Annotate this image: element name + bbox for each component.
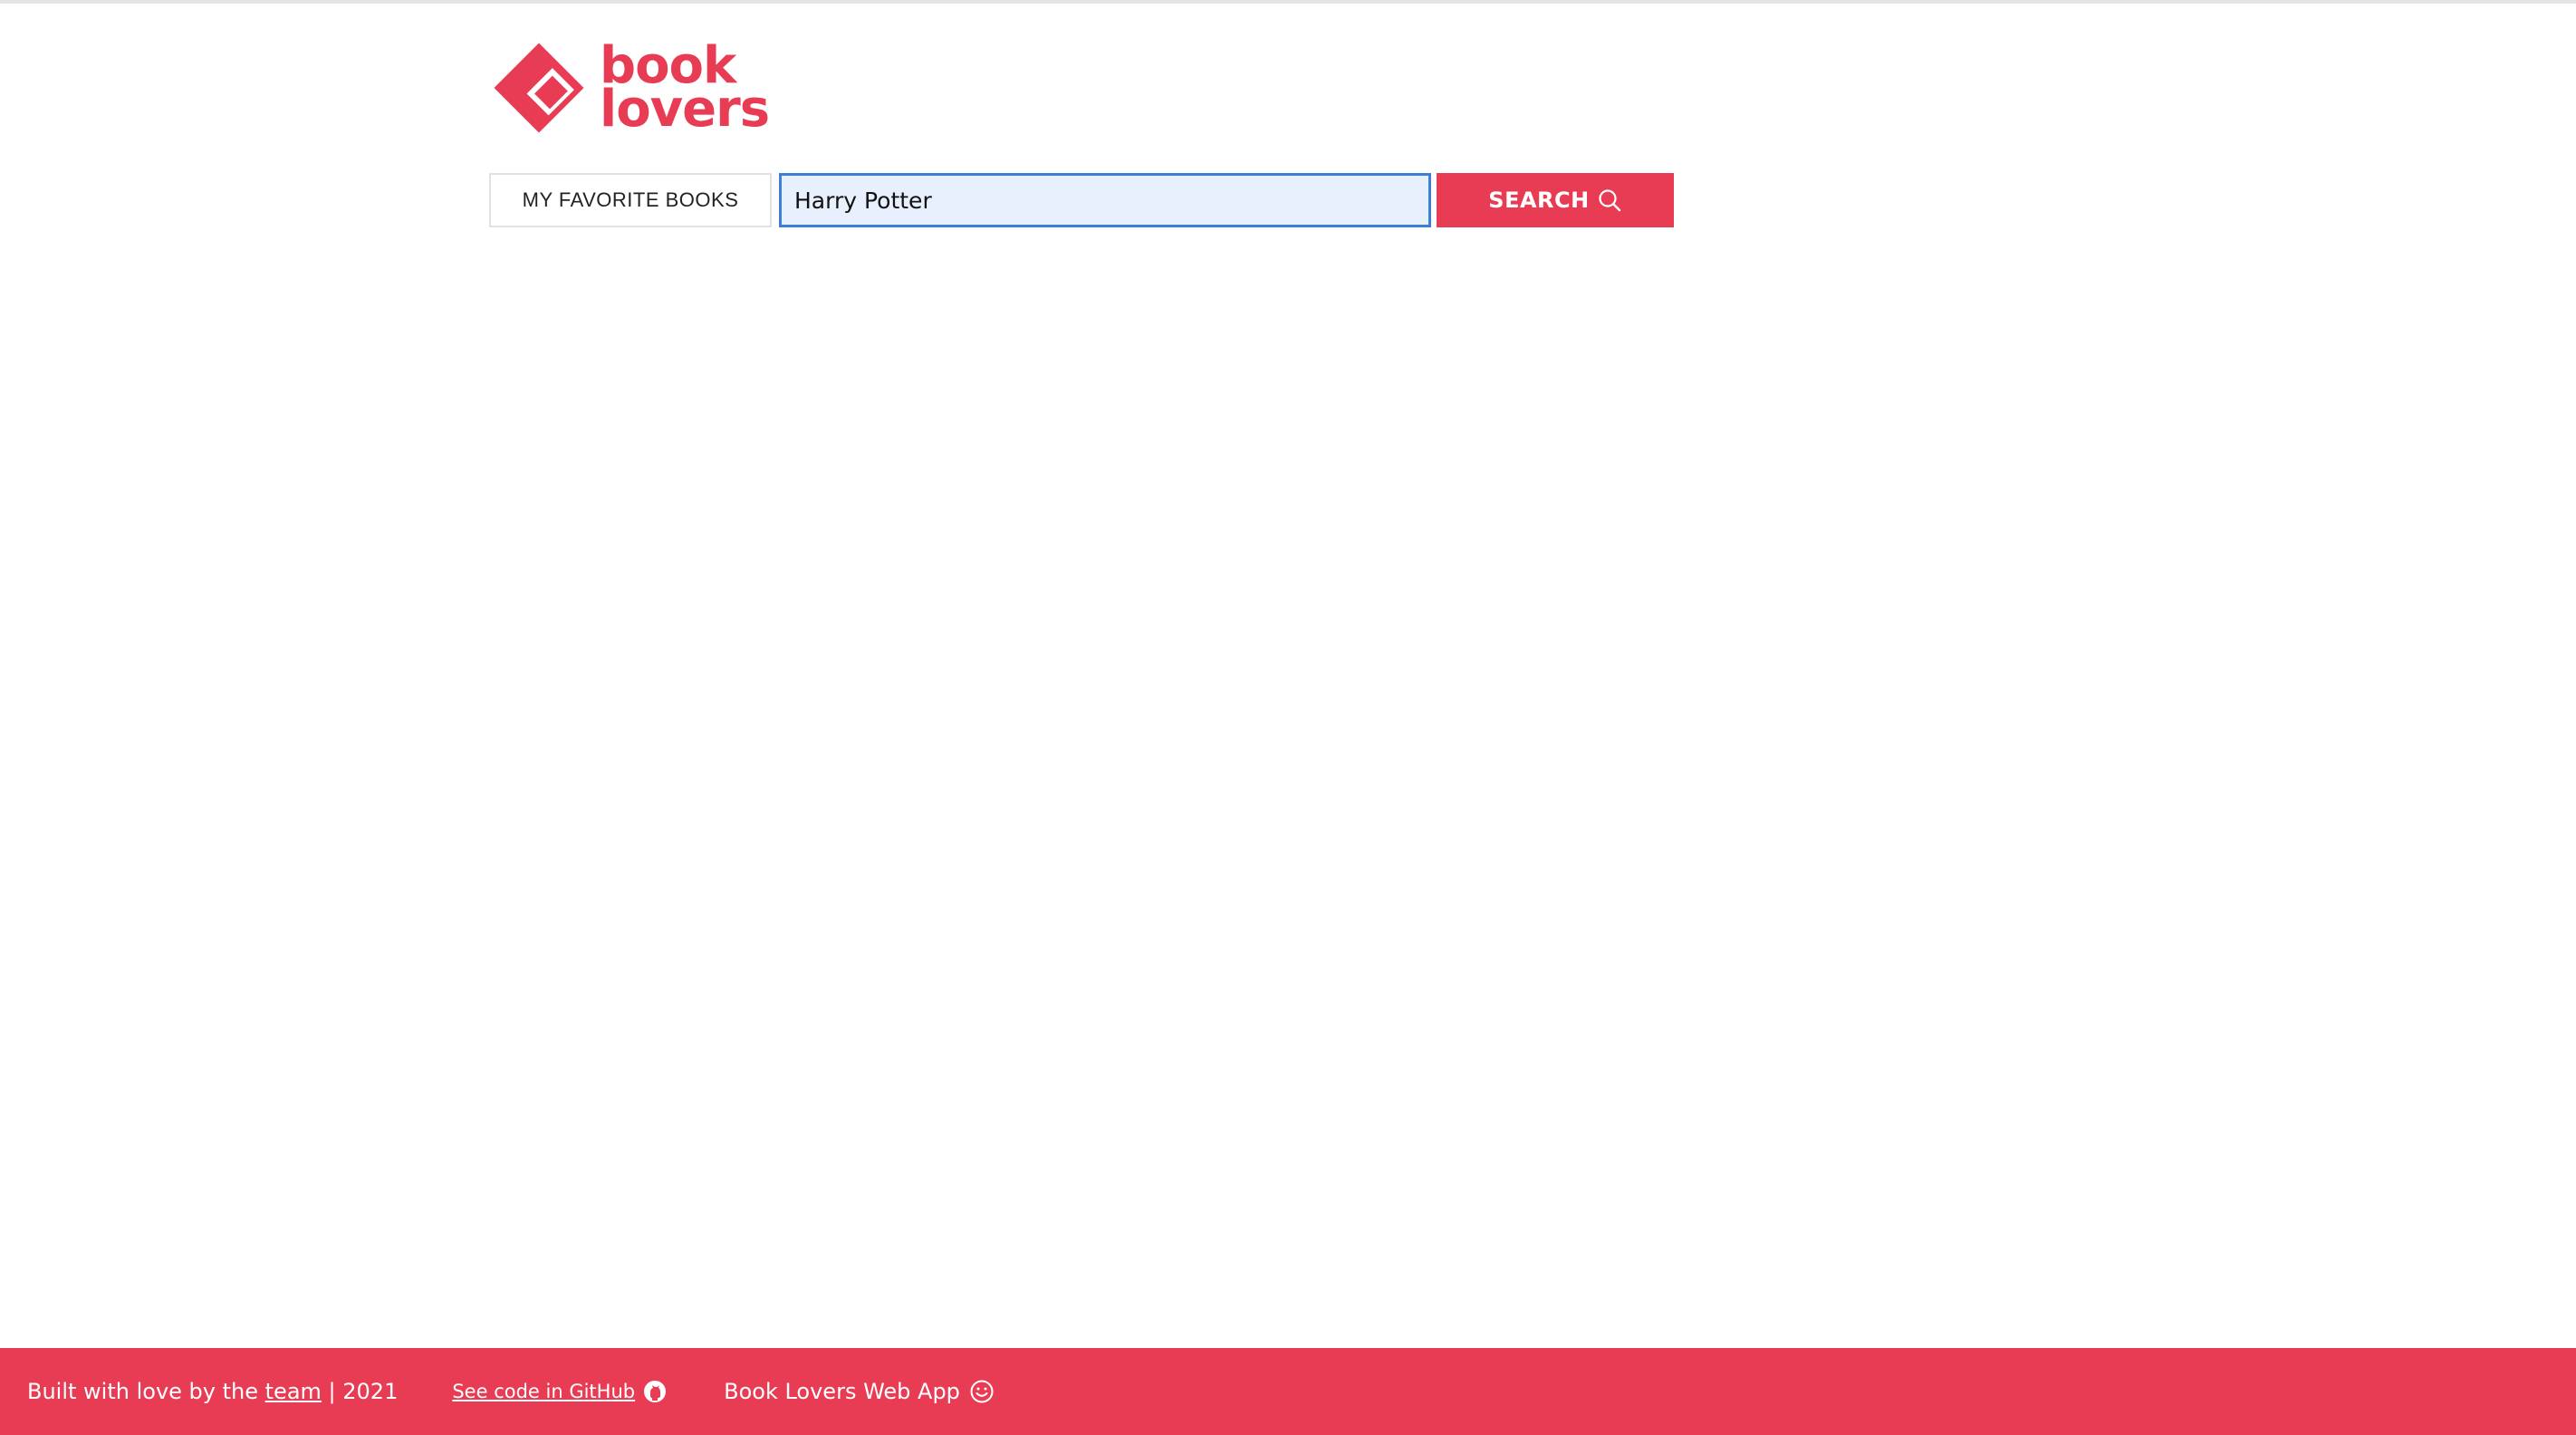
github-link-group[interactable]: See code in GitHub: [452, 1379, 668, 1404]
footer-credit: Built with love by the team | 2021: [27, 1379, 398, 1404]
credit-prefix: Built with love by the: [27, 1379, 258, 1404]
logo-heart-book-icon: [494, 43, 584, 133]
github-icon: [644, 1381, 667, 1402]
logo-wordmark: book lovers: [600, 41, 770, 139]
search-button-label: SEARCH: [1488, 188, 1590, 213]
top-border: [0, 0, 2576, 4]
logo-link[interactable]: book lovers: [489, 41, 770, 139]
github-link[interactable]: See code in GitHub: [452, 1381, 635, 1402]
footer: Built with love by the team | 2021 See c…: [0, 1348, 2576, 1435]
logo-line-lovers: lovers: [600, 80, 770, 139]
search-button[interactable]: SEARCH: [1437, 173, 1674, 227]
team-link[interactable]: team: [265, 1379, 322, 1404]
search-icon: [1599, 189, 1620, 212]
app-name: Book Lovers Web App: [724, 1379, 995, 1404]
app-name-label: Book Lovers Web App: [724, 1379, 960, 1404]
search-bar: MY FAVORITE BOOKS SEARCH: [489, 173, 1674, 227]
smiley-icon: [970, 1380, 994, 1403]
header: book lovers: [489, 40, 779, 136]
my-favorite-books-button[interactable]: MY FAVORITE BOOKS: [489, 173, 772, 227]
credit-suffix: | 2021: [328, 1379, 399, 1404]
search-input[interactable]: [779, 173, 1431, 227]
